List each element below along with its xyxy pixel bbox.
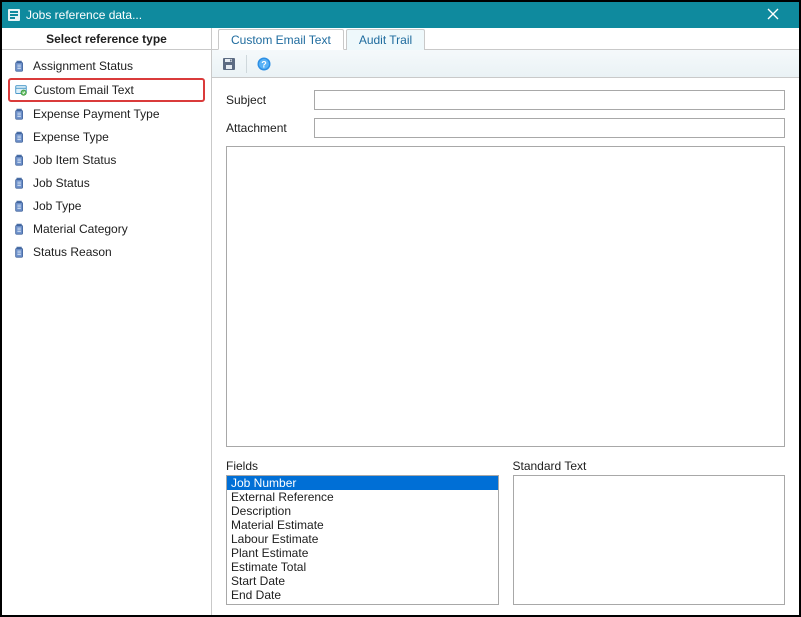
help-icon: ? (256, 56, 272, 72)
sidebar-header: Select reference type (2, 28, 211, 50)
app-icon (6, 7, 22, 23)
standard-text-label: Standard Text (513, 459, 786, 473)
sidebar-item-label: Expense Payment Type (33, 107, 160, 121)
help-button[interactable]: ? (253, 53, 275, 75)
window-body: Select reference type Assignment Status C… (2, 28, 799, 615)
sidebar-item-label: Expense Type (33, 130, 109, 144)
sidebar-item-custom-email-text[interactable]: Custom Email Text (8, 78, 205, 102)
sidebar-item-label: Job Type (33, 199, 81, 213)
tab-custom-email-text[interactable]: Custom Email Text (218, 29, 344, 50)
email-body-textarea[interactable] (226, 146, 785, 447)
fields-option[interactable]: Material Estimate (227, 518, 498, 532)
attachment-label: Attachment (226, 121, 306, 135)
sidebar-item-label: Assignment Status (33, 59, 133, 73)
standard-text-column: Standard Text (513, 459, 786, 605)
fields-label: Fields (226, 459, 499, 473)
sidebar-item-label: Job Status (33, 176, 90, 190)
sidebar-item-assignment-status[interactable]: Assignment Status (8, 55, 205, 77)
sidebar-item-label: Status Reason (33, 245, 112, 259)
tab-content: Subject Attachment Fields Job NumberExte… (212, 78, 799, 615)
window-title: Jobs reference data... (26, 8, 142, 22)
sidebar-list: Assignment Status Custom Email Text Expens… (2, 50, 211, 615)
fields-option[interactable]: External Reference (227, 490, 498, 504)
fields-option[interactable]: Labour Estimate (227, 532, 498, 546)
fields-option[interactable]: Description (227, 504, 498, 518)
toolbar: ? (212, 50, 799, 78)
reference-icon (13, 199, 27, 213)
save-button[interactable] (218, 53, 240, 75)
sidebar-item-job-item-status[interactable]: Job Item Status (8, 149, 205, 171)
subject-label: Subject (226, 93, 306, 107)
tab-audit-trail[interactable]: Audit Trail (346, 29, 425, 50)
fields-option[interactable]: Job Number (227, 476, 498, 490)
reference-icon (13, 176, 27, 190)
close-button[interactable] (753, 7, 793, 23)
fields-list[interactable]: Job NumberExternal ReferenceDescriptionM… (226, 475, 499, 605)
title-bar: Jobs reference data... (2, 2, 799, 28)
sidebar: Select reference type Assignment Status C… (2, 28, 212, 615)
reference-icon (13, 59, 27, 73)
tab-strip: Custom Email TextAudit Trail (212, 28, 799, 50)
subject-row: Subject (226, 90, 785, 110)
fields-option[interactable]: End Date (227, 588, 498, 602)
reference-icon (14, 83, 28, 97)
reference-icon (13, 107, 27, 121)
sidebar-item-job-type[interactable]: Job Type (8, 195, 205, 217)
fields-column: Fields Job NumberExternal ReferenceDescr… (226, 459, 499, 605)
sidebar-item-expense-type[interactable]: Expense Type (8, 126, 205, 148)
reference-icon (13, 222, 27, 236)
svg-text:?: ? (261, 59, 267, 69)
subject-input[interactable] (314, 90, 785, 110)
right-pane: Custom Email TextAudit Trail ? (212, 28, 799, 615)
reference-icon (13, 153, 27, 167)
standard-text-textarea[interactable] (513, 475, 786, 605)
sidebar-item-job-status[interactable]: Job Status (8, 172, 205, 194)
window: Jobs reference data... Select reference … (0, 0, 801, 617)
fields-option[interactable]: Plant Estimate (227, 546, 498, 560)
lower-panels: Fields Job NumberExternal ReferenceDescr… (226, 459, 785, 605)
sidebar-item-label: Custom Email Text (34, 83, 134, 97)
reference-icon (13, 245, 27, 259)
attachment-input[interactable] (314, 118, 785, 138)
sidebar-item-label: Job Item Status (33, 153, 116, 167)
attachment-row: Attachment (226, 118, 785, 138)
sidebar-item-label: Material Category (33, 222, 128, 236)
reference-icon (13, 130, 27, 144)
sidebar-item-material-category[interactable]: Material Category (8, 218, 205, 240)
floppy-disk-icon (221, 56, 237, 72)
fields-option[interactable]: Start Date (227, 574, 498, 588)
fields-option[interactable]: Estimate Total (227, 560, 498, 574)
sidebar-item-expense-payment-type[interactable]: Expense Payment Type (8, 103, 205, 125)
sidebar-item-status-reason[interactable]: Status Reason (8, 241, 205, 263)
toolbar-separator (246, 55, 247, 73)
